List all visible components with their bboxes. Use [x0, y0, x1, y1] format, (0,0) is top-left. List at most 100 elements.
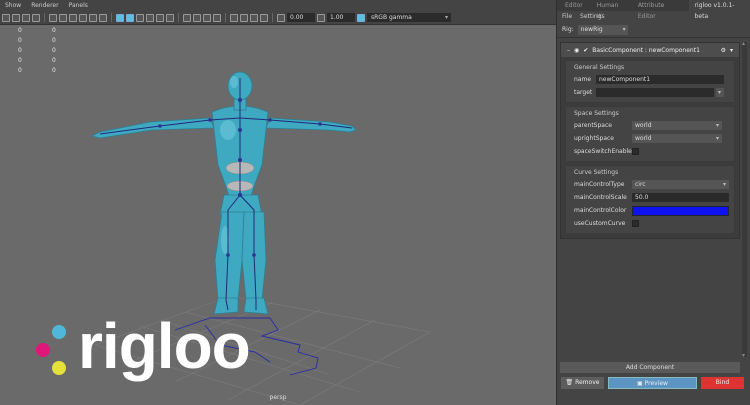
component-card: – ◉ ✔ BasicComponent : newComponent1 ⚙ ▾…	[560, 42, 740, 239]
rig-label: Rig:	[562, 26, 574, 33]
remove-label: Remove	[575, 379, 600, 386]
logo-dots-icon	[34, 319, 74, 377]
rigloo-logo: rigloo	[34, 314, 251, 378]
shadows-icon[interactable]	[166, 13, 174, 22]
tab-editor[interactable]: Editor	[559, 0, 589, 11]
component-title: BasicComponent : newComponent1	[592, 46, 700, 54]
parent-space-select[interactable]: world	[632, 121, 722, 130]
preview-label: Preview	[644, 380, 668, 387]
custom-curve-label: useCustomCurve	[574, 220, 626, 227]
heads-up-display: 00 00 00 00 00	[0, 26, 70, 76]
bind-button[interactable]: Bind	[701, 377, 744, 389]
exposure-field[interactable]: 0.00	[287, 13, 315, 22]
menu-show[interactable]: Show	[5, 2, 21, 9]
menu-settings[interactable]: Settings	[580, 13, 605, 20]
isolate-select-icon[interactable]	[230, 13, 238, 22]
select-camera-icon[interactable]	[2, 13, 10, 22]
toolbar-divider	[111, 13, 112, 22]
grid-icon[interactable]	[49, 13, 57, 22]
preview-button[interactable]: ▣ Preview	[608, 377, 697, 389]
target-picker-button[interactable]	[716, 88, 724, 97]
enabled-check-icon[interactable]: ✔	[583, 47, 588, 54]
gate-mask-icon[interactable]	[79, 13, 87, 22]
gamma-field[interactable]: 1.00	[327, 13, 355, 22]
hud-row: 00	[18, 57, 56, 64]
upright-space-row: uprightSpace world	[566, 132, 734, 145]
upright-space-label: uprightSpace	[574, 135, 614, 142]
image-plane-icon[interactable]	[32, 13, 40, 22]
action-buttons: 🗑 Remove ▣ Preview Bind	[561, 377, 747, 389]
resolution-gate-icon[interactable]	[69, 13, 77, 22]
gamma-icon[interactable]	[317, 13, 325, 22]
space-switch-row: spaceSwitchEnabled	[566, 145, 734, 158]
control-color-label: mainControlColor	[574, 207, 627, 214]
logo-wordmark: rigloo	[78, 310, 251, 382]
control-type-select[interactable]: circ	[632, 180, 729, 189]
xray-icon[interactable]	[240, 13, 248, 22]
control-scale-label: mainControlScale	[574, 194, 627, 201]
textured-icon[interactable]	[146, 13, 154, 22]
smooth-shade-icon[interactable]	[126, 13, 134, 22]
tab-rigloo[interactable]: rigloo v1.0.1-beta	[688, 0, 750, 20]
chevron-down-icon[interactable]: ▾	[730, 47, 733, 54]
exposure-icon[interactable]	[277, 13, 285, 22]
target-row: target	[566, 86, 734, 99]
upright-space-select[interactable]: world	[632, 134, 722, 143]
control-color-swatch[interactable]	[632, 205, 729, 216]
viewport-menubar: Show Renderer Panels	[0, 0, 556, 11]
rig-select[interactable]: newRig	[577, 24, 628, 35]
camera-attributes-icon[interactable]	[12, 13, 20, 22]
motion-blur-icon[interactable]	[193, 13, 201, 22]
xray-joints-icon[interactable]	[250, 13, 258, 22]
tab-attribute-editor[interactable]: Attribute Editor	[632, 0, 687, 20]
toolbar-divider	[178, 13, 179, 22]
custom-curve-checkbox[interactable]	[632, 220, 639, 227]
panel-scrollbar[interactable]	[742, 40, 747, 359]
remove-button[interactable]: 🗑 Remove	[561, 377, 604, 389]
field-chart-icon[interactable]	[89, 13, 97, 22]
general-settings-section: General Settings name newComponent1 targ…	[565, 60, 735, 103]
add-component-button[interactable]: Add Component	[560, 362, 740, 373]
maya-viewport[interactable]: Show Renderer Panels 0.00 1.00 sRGB gamm…	[0, 0, 556, 405]
visibility-icon[interactable]: ◉	[574, 47, 579, 54]
space-settings-section: Space Settings parentSpace world upright…	[565, 106, 735, 162]
panel-tabs: Editor Human IK Attribute Editor rigloo …	[557, 0, 750, 20]
collapse-icon[interactable]: –	[567, 47, 570, 54]
name-row: name newComponent1	[566, 73, 734, 86]
toolbar-divider	[272, 13, 273, 22]
parent-space-row: parentSpace world	[566, 119, 734, 132]
view-transform-select[interactable]: sRGB gamma	[367, 13, 451, 22]
menu-panels[interactable]: Panels	[69, 2, 88, 9]
safe-action-icon[interactable]	[99, 13, 107, 22]
film-gate-icon[interactable]	[59, 13, 67, 22]
color-management-icon[interactable]	[357, 13, 365, 22]
wireframe-on-shaded-icon[interactable]	[136, 13, 144, 22]
component-header[interactable]: – ◉ ✔ BasicComponent : newComponent1 ⚙ ▾	[561, 43, 739, 57]
gear-icon[interactable]: ⚙	[721, 47, 726, 54]
toolbar-divider	[44, 13, 45, 22]
menu-file[interactable]: File	[562, 13, 572, 20]
section-title: Curve Settings	[574, 169, 619, 176]
xray-components-icon[interactable]	[260, 13, 268, 22]
space-switch-checkbox[interactable]	[632, 148, 639, 155]
tab-human-ik[interactable]: Human IK	[591, 0, 630, 20]
ambient-occlusion-icon[interactable]	[183, 13, 191, 22]
target-field[interactable]	[596, 88, 714, 97]
control-type-row: mainControlType circ	[566, 178, 734, 191]
camera-label: persp	[269, 394, 287, 401]
control-scale-field[interactable]: 50.0	[632, 193, 729, 202]
name-field[interactable]: newComponent1	[596, 75, 724, 84]
viewport-toolbar: 0.00 1.00 sRGB gamma	[0, 11, 556, 25]
custom-curve-row: useCustomCurve	[566, 217, 734, 230]
wireframe-icon[interactable]	[116, 13, 124, 22]
section-title: Space Settings	[574, 110, 619, 117]
hud-row: 00	[18, 27, 56, 34]
curve-settings-section: Curve Settings mainControlType circ main…	[565, 165, 735, 234]
menu-renderer[interactable]: Renderer	[31, 2, 58, 9]
anti-aliasing-icon[interactable]	[203, 13, 211, 22]
bookmark-icon[interactable]	[22, 13, 30, 22]
control-color-row: mainControlColor	[566, 204, 734, 217]
lights-icon[interactable]	[156, 13, 164, 22]
preview-icon: ▣	[637, 380, 643, 387]
depth-of-field-icon[interactable]	[213, 13, 221, 22]
